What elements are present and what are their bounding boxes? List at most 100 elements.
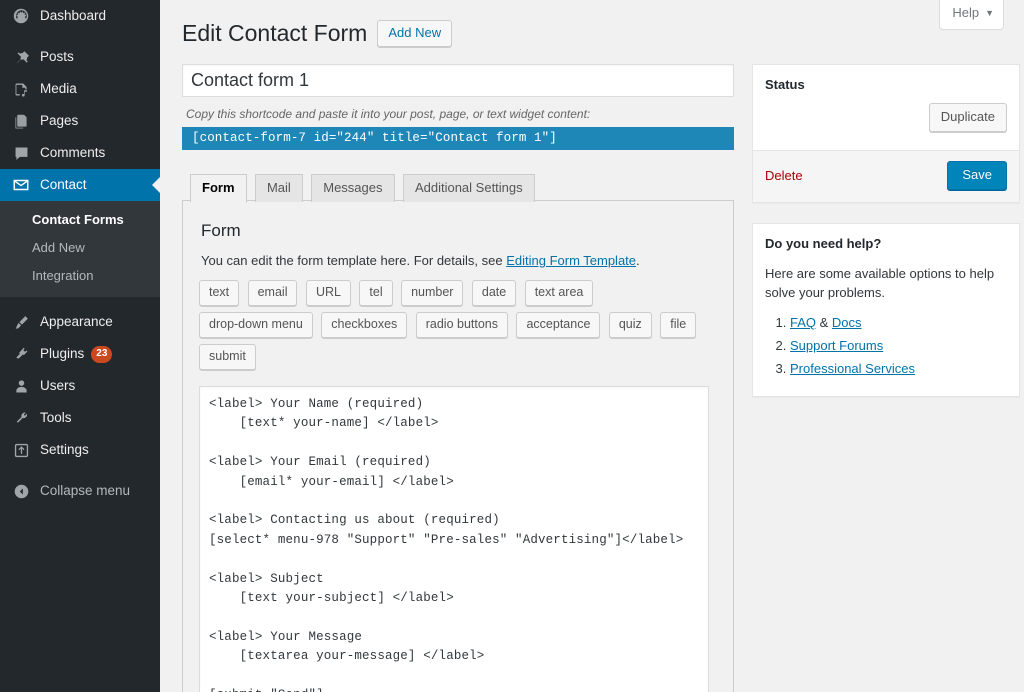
tag-button-drop-down-menu[interactable]: drop-down menu: [199, 312, 313, 338]
save-button[interactable]: Save: [947, 161, 1007, 190]
sidebar-item-label: Tools: [40, 410, 72, 425]
tag-button-radio-buttons[interactable]: radio buttons: [415, 312, 509, 338]
submenu-item-contact-forms[interactable]: Contact Forms: [0, 206, 160, 234]
professional-services-link[interactable]: Professional Services: [790, 361, 915, 376]
sidebar-item-dashboard[interactable]: Dashboard: [0, 0, 160, 32]
add-new-button[interactable]: Add New: [377, 20, 453, 47]
tag-button-quiz[interactable]: quiz: [608, 312, 652, 338]
contact-submenu: Contact Forms Add New Integration: [0, 201, 160, 297]
form-panel: Form You can edit the form template here…: [182, 201, 734, 692]
wrench-icon: [11, 408, 31, 428]
tag-button-url[interactable]: URL: [305, 280, 351, 306]
comment-icon: [11, 143, 31, 163]
duplicate-button[interactable]: Duplicate: [928, 103, 1007, 132]
sidebar-item-plugins[interactable]: Plugins 23: [0, 338, 160, 370]
panel-heading: Form: [201, 221, 241, 240]
help-list-item-support: Support Forums: [790, 335, 1007, 357]
status-postbox: Status Duplicate Delete Save: [752, 64, 1020, 203]
submenu-item-integration[interactable]: Integration: [0, 262, 160, 290]
admin-sidebar: Dashboard Posts Media Pages Comments Con…: [0, 0, 160, 692]
sidebar-item-users[interactable]: Users: [0, 370, 160, 402]
faq-link[interactable]: FAQ: [790, 315, 816, 330]
tab-form[interactable]: Form: [190, 174, 247, 203]
sidebar-item-label: Collapse menu: [40, 483, 131, 498]
tag-button-text[interactable]: text: [199, 280, 240, 306]
help-links-list: FAQ & Docs Support Forums Professional S…: [765, 312, 1007, 380]
tag-button-acceptance[interactable]: acceptance: [516, 312, 601, 338]
sidebar-item-settings[interactable]: Settings: [0, 434, 160, 466]
sidebar-item-label: Appearance: [40, 314, 113, 329]
tag-button-date[interactable]: date: [471, 280, 517, 306]
tag-button-number[interactable]: number: [401, 280, 464, 306]
help-postbox: Do you need help? Here are some availabl…: [752, 223, 1020, 397]
tab-messages[interactable]: Messages: [311, 174, 395, 202]
help-list-item-services: Professional Services: [790, 358, 1007, 380]
panel-description-suffix: .: [636, 253, 640, 268]
page-wrap: Edit Contact Form Add New Copy this shor…: [160, 0, 1024, 692]
sidebar-item-posts[interactable]: Posts: [0, 41, 160, 73]
shortcode-hint: Copy this shortcode and paste it into yo…: [186, 107, 591, 121]
sidebar-item-label: Settings: [40, 442, 89, 457]
page-title: Edit Contact Form: [182, 20, 368, 46]
tag-generator-buttons: text email URL tel number date text area…: [199, 280, 709, 376]
submenu-item-add-new[interactable]: Add New: [0, 234, 160, 262]
tag-button-email[interactable]: email: [247, 280, 298, 306]
status-minor-actions: Duplicate: [753, 103, 1019, 150]
brush-icon: [11, 312, 31, 332]
sidebar-item-label: Contact: [40, 177, 87, 192]
menu-divider: [0, 32, 160, 41]
tag-button-text-area[interactable]: text area: [524, 280, 594, 306]
sidebar-item-pages[interactable]: Pages: [0, 105, 160, 137]
content-area: Help ▼ Edit Contact Form Add New Copy thi…: [160, 0, 1024, 692]
help-body: Here are some available options to help …: [753, 264, 1019, 396]
screen-meta-links: Help ▼: [939, 0, 1004, 30]
form-title-input[interactable]: [182, 64, 734, 97]
chevron-down-icon: ▼: [985, 8, 994, 18]
menu-divider: [0, 297, 160, 306]
tag-button-checkboxes[interactable]: checkboxes: [321, 312, 408, 338]
sidebar-item-appearance[interactable]: Appearance: [0, 306, 160, 338]
delete-link[interactable]: Delete: [765, 166, 803, 186]
sidebar-item-label: Dashboard: [40, 8, 107, 23]
sidebar-item-comments[interactable]: Comments: [0, 137, 160, 169]
docs-link[interactable]: Docs: [832, 315, 862, 330]
plug-icon: [11, 344, 31, 364]
pages-icon: [11, 111, 31, 131]
tag-button-file[interactable]: file: [660, 312, 697, 338]
sidebar-item-label: Pages: [40, 113, 79, 128]
help-tab-button[interactable]: Help ▼: [939, 0, 1004, 30]
sidebar-item-media[interactable]: Media: [0, 73, 160, 105]
sidebar-item-tools[interactable]: Tools: [0, 402, 160, 434]
columns: Copy this shortcode and paste it into yo…: [182, 64, 1020, 692]
support-forums-link[interactable]: Support Forums: [790, 338, 883, 353]
plugins-update-badge: 23: [91, 345, 113, 363]
dashboard-icon: [11, 6, 31, 26]
tag-button-tel[interactable]: tel: [359, 280, 393, 306]
sidebar-item-label: Comments: [40, 145, 106, 160]
help-intro: Here are some available options to help …: [765, 266, 995, 300]
envelope-icon: [11, 175, 31, 195]
panel-description: You can edit the form template here. For…: [201, 251, 719, 270]
sidebar-item-contact[interactable]: Contact: [0, 169, 160, 201]
sidebar-item-label: Users: [40, 378, 76, 393]
sidebar-item-label: Posts: [40, 49, 74, 64]
tag-button-submit[interactable]: submit: [199, 344, 256, 370]
tab-additional-settings[interactable]: Additional Settings: [402, 174, 535, 202]
user-icon: [11, 376, 31, 396]
sidebar-item-label: Media: [40, 81, 77, 96]
shortcode-field[interactable]: [contact-form-7 id="244" title="Contact …: [182, 127, 734, 150]
menu-divider: [0, 466, 160, 475]
sidebar-item-label: Plugins: [40, 346, 85, 361]
status-major-actions: Delete Save: [753, 150, 1019, 202]
form-template-textarea[interactable]: <label> Your Name (required) [text* your…: [199, 386, 709, 692]
collapse-arrow-icon: [11, 481, 31, 501]
media-icon: [11, 79, 31, 99]
main-column: Copy this shortcode and paste it into yo…: [182, 64, 734, 692]
status-heading: Status: [765, 77, 805, 92]
editing-form-template-link[interactable]: Editing Form Template: [506, 253, 636, 268]
panel-description-prefix: You can edit the form template here. For…: [201, 253, 507, 268]
faq-docs-separator: &: [816, 315, 832, 330]
sidebar-item-collapse[interactable]: Collapse menu: [0, 475, 160, 507]
settings-icon: [11, 440, 31, 460]
tab-mail[interactable]: Mail: [254, 174, 303, 202]
